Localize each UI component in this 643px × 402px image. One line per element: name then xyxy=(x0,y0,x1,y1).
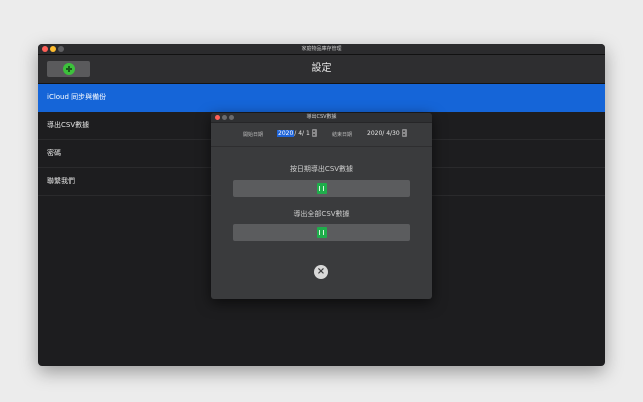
dialog-title-bar: 導出CSV數據 xyxy=(211,113,432,123)
export-csv-dialog: 導出CSV數據 開始日期 2020/ 4/ 1 結束日期 2020/ 4/30 … xyxy=(211,113,432,299)
start-date-stepper[interactable] xyxy=(311,129,317,137)
end-date-stepper[interactable] xyxy=(401,129,407,137)
end-date-picker[interactable]: 2020/ 4/30 xyxy=(367,129,407,138)
export-by-date-label: 按日期導出CSV數據 xyxy=(289,165,354,173)
close-icon[interactable]: × xyxy=(314,265,328,279)
end-date-value[interactable]: 2020/ 4/30 xyxy=(367,130,400,137)
header-bar: 設定 xyxy=(38,55,605,84)
menu-item-icloud-sync[interactable]: iCloud 同步與備份 xyxy=(38,84,605,112)
export-all-label: 導出全部CSV數據 xyxy=(293,210,350,218)
date-range-row: 開始日期 2020/ 4/ 1 結束日期 2020/ 4/30 xyxy=(211,129,432,139)
start-date-label: 開始日期 xyxy=(243,132,264,138)
start-year-segment[interactable]: 2020 xyxy=(277,130,295,137)
divider xyxy=(211,146,432,147)
start-date-picker[interactable]: 2020/ 4/ 1 xyxy=(277,129,317,138)
page-title: 設定 xyxy=(311,63,332,74)
window-title: 家庭物品庫存管理 xyxy=(301,46,342,52)
dialog-title: 導出CSV數據 xyxy=(306,114,337,120)
export-all-button[interactable] xyxy=(233,224,410,241)
excel-icon xyxy=(317,183,327,194)
export-by-date-button[interactable] xyxy=(233,180,410,197)
end-date-label: 結束日期 xyxy=(332,132,353,138)
title-bar: 家庭物品庫存管理 xyxy=(38,44,605,55)
start-month-day[interactable]: / 4/ 1 xyxy=(294,130,310,137)
excel-icon xyxy=(317,227,327,238)
